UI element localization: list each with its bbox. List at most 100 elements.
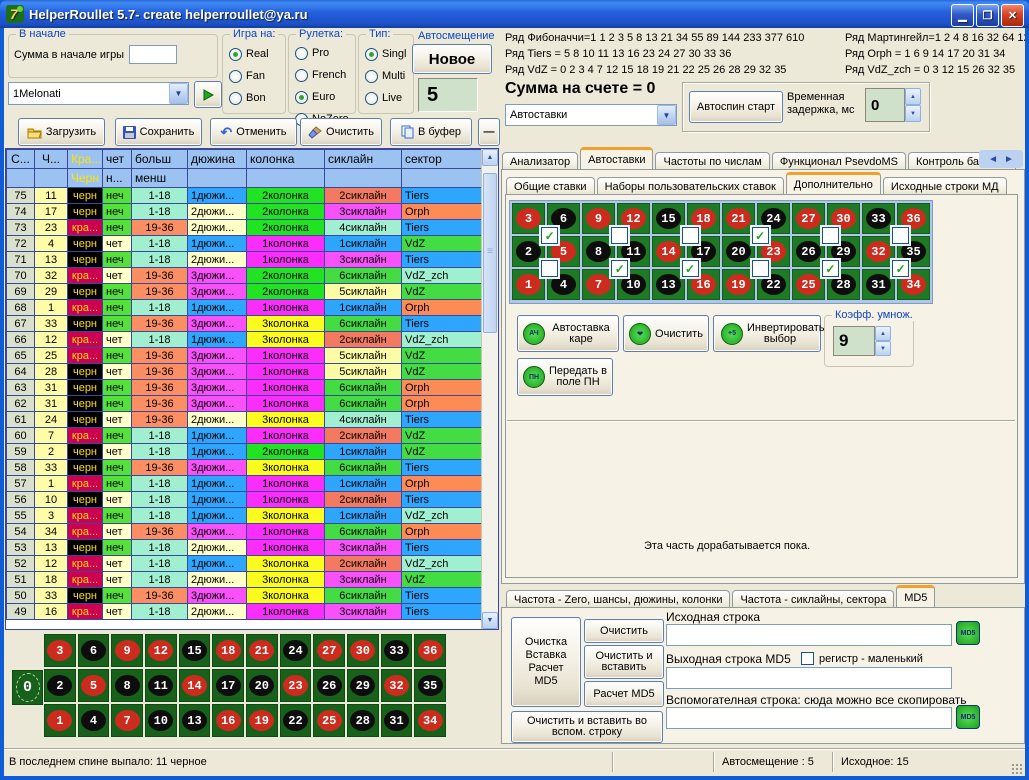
board-cell-35[interactable]: 35 (414, 669, 446, 702)
kare-clear-button[interactable]: ❤ Очистить (623, 315, 709, 352)
radio-Real[interactable]: Real (223, 43, 285, 65)
board-cell-27[interactable]: 27 (792, 203, 825, 234)
kare-checkbox-bottom-3[interactable]: ✓ (682, 260, 699, 277)
kare-checkbox-top-6[interactable] (892, 227, 909, 244)
board-cell-9[interactable]: 9 (582, 203, 615, 234)
board-cell-8[interactable]: 8 (111, 669, 143, 702)
radio-icon[interactable] (295, 47, 308, 60)
kare-checkbox-bottom-4[interactable] (752, 260, 769, 277)
radio-icon[interactable] (365, 48, 378, 61)
md5-clear-button[interactable]: Очистить (584, 619, 664, 643)
board-cell-zero[interactable]: 0 (12, 670, 43, 705)
board-cell-11[interactable]: 11 (145, 669, 177, 702)
board-cell-2[interactable]: 2 (512, 236, 545, 267)
md5-out-input[interactable] (666, 667, 952, 689)
minimize-button[interactable]: ▁ (951, 4, 974, 27)
table-row[interactable]: 571кра...неч1-181дюжи...1колонка1сиклайн… (7, 476, 484, 492)
board-cell-23[interactable]: 23 (280, 669, 312, 702)
radio-Fan[interactable]: Fan (223, 65, 285, 87)
tab-MD5[interactable]: MD5 (896, 585, 935, 607)
kare-checkbox-bottom-1[interactable] (541, 260, 558, 277)
radio-Pro[interactable]: Pro (289, 42, 355, 64)
table-row[interactable]: 553кра...неч1-181дюжи...3колонка1сиклайн… (7, 508, 484, 524)
table-row[interactable]: 5212кра...чет1-181дюжи...3колонка2сиклай… (7, 556, 484, 572)
kare-checkbox-top-2[interactable] (611, 227, 628, 244)
board-cell-1[interactable]: 1 (44, 704, 76, 737)
radio-icon[interactable] (295, 69, 308, 82)
tab-Наборы пользовательских ставок[interactable]: Наборы пользовательских ставок (597, 177, 784, 194)
radio-Multi[interactable]: Multi (359, 65, 413, 87)
transfer-pn-button[interactable]: ПН Передать в поле ПН (517, 358, 613, 396)
board-cell-29[interactable]: 29 (347, 669, 379, 702)
board-cell-36[interactable]: 36 (414, 634, 446, 667)
kare-checkbox-top-4[interactable]: ✓ (752, 227, 769, 244)
table-row[interactable]: 607кра...неч1-181дюжи...1колонка2сиклайн… (7, 428, 484, 444)
board-cell-31[interactable]: 31 (381, 704, 413, 737)
tab-scroll-arrows[interactable]: ◄► (979, 150, 1023, 168)
board-cell-30[interactable]: 30 (347, 634, 379, 667)
table-row[interactable]: 681кра...неч1-181дюжи...1колонка1сиклайн… (7, 300, 484, 316)
table-row[interactable]: 6428чернчет19-363дюжи...1колонка5сиклайн… (7, 364, 484, 380)
board-cell-34[interactable]: 34 (414, 704, 446, 737)
radio-Singl[interactable]: Singl (359, 43, 413, 65)
table-row[interactable]: 7511черннеч1-181дюжи...2колонка2сиклайнT… (7, 188, 484, 204)
md5-calc-button[interactable]: Расчет MD5 (584, 681, 664, 707)
md5-calc-icon[interactable]: MD5 (956, 621, 980, 645)
radio-Bon[interactable]: Bon (223, 87, 285, 109)
scroll-up-icon[interactable]: ▲ (482, 149, 498, 166)
kare-checkbox-top-3[interactable] (682, 227, 699, 244)
autospin-start-button[interactable]: Автоспин старт (689, 91, 783, 123)
table-row[interactable]: 592чернчет1-181дюжи...2колонка1сиклайнVd… (7, 444, 484, 460)
tab-Частота - Zero, шансы, дюжины, колонки[interactable]: Частота - Zero, шансы, дюжины, колонки (506, 590, 730, 607)
kare-checkbox-top-1[interactable]: ✓ (541, 227, 558, 244)
board-cell-19[interactable]: 19 (246, 704, 278, 737)
board-cell-20[interactable]: 20 (246, 669, 278, 702)
table-row[interactable]: 6231черннеч19-363дюжи...1колонка6сиклайн… (7, 396, 484, 412)
table-row[interactable]: 6929черннеч19-363дюжи...2колонка5сиклайн… (7, 284, 484, 300)
start-sum-input[interactable] (129, 45, 177, 64)
table-row[interactable]: 5033черннеч19-363дюжи...3колонка6сиклайн… (7, 588, 484, 604)
table-row[interactable]: 5610чернчет1-181дюжи...1колонка2сиклайнT… (7, 492, 484, 508)
tab-Частоты по числам[interactable]: Частоты по числам (655, 152, 769, 169)
md5-big-button[interactable]: Очистка Вставка Расчет MD5 (511, 617, 581, 707)
maximize-button[interactable]: ❒ (976, 4, 999, 27)
table-row[interactable]: 6733черннеч19-363дюжи...3колонка6сиклайн… (7, 316, 484, 332)
board-cell-1[interactable]: 1 (512, 269, 545, 300)
board-cell-16[interactable]: 16 (212, 704, 244, 737)
board-cell-25[interactable]: 25 (313, 704, 345, 737)
board-cell-9[interactable]: 9 (111, 634, 143, 667)
load-button[interactable]: Загрузить (18, 118, 105, 146)
radio-icon[interactable] (229, 70, 242, 83)
clear-button[interactable]: Очистить (300, 118, 382, 146)
radio-Live[interactable]: Live (359, 87, 413, 109)
table-row[interactable]: 4916кра...чет1-182дюжи...1колонка3сиклай… (7, 604, 484, 620)
board-cell-15[interactable]: 15 (652, 203, 685, 234)
board-cell-7[interactable]: 7 (111, 704, 143, 737)
spin-down-icon[interactable]: ▼ (875, 341, 891, 356)
spin-down-icon[interactable]: ▼ (905, 105, 921, 122)
minus-button[interactable]: — (478, 118, 500, 146)
resize-grip[interactable] (1011, 763, 1023, 775)
board-cell-15[interactable]: 15 (179, 634, 211, 667)
tab-Автоставки[interactable]: Автоставки (580, 147, 653, 169)
board-cell-32[interactable]: 32 (862, 236, 895, 267)
board-cell-13[interactable]: 13 (652, 269, 685, 300)
play-button[interactable] (194, 81, 222, 108)
undo-button[interactable]: ↶ Отменить (210, 118, 297, 146)
md5-src-input[interactable] (666, 624, 952, 646)
board-cell-4[interactable]: 4 (78, 704, 110, 737)
md5-clear-insert-aux-button[interactable]: Очистить и вставить во вспом. строку (511, 711, 663, 743)
autobets-combo[interactable]: Автоставки ▼ (505, 104, 677, 126)
radio-French[interactable]: French (289, 64, 355, 86)
board-cell-33[interactable]: 33 (381, 634, 413, 667)
kare-checkbox-bottom-2[interactable]: ✓ (611, 260, 628, 277)
autobet-kare-button[interactable]: АЧ Автоставка каре (517, 315, 619, 352)
profile-combo[interactable]: 1Melonati ▼ (8, 82, 189, 105)
board-cell-18[interactable]: 18 (212, 634, 244, 667)
board-cell-7[interactable]: 7 (582, 269, 615, 300)
board-cell-27[interactable]: 27 (313, 634, 345, 667)
tab-Функционал PsevdoMS[interactable]: Функционал PsevdoMS (772, 152, 906, 169)
tab-Дополнительно[interactable]: Дополнительно (786, 172, 881, 194)
board-cell-10[interactable]: 10 (145, 704, 177, 737)
table-row[interactable]: 7323кра...неч19-362дюжи...2колонка4сикла… (7, 220, 484, 236)
